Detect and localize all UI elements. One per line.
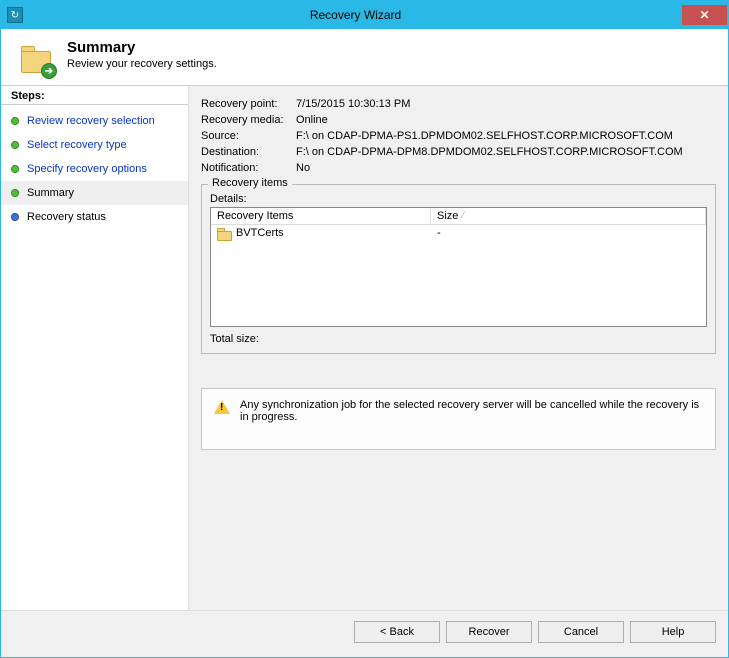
app-icon: ↻ xyxy=(7,7,23,23)
row-notification: Notification: No xyxy=(201,160,716,176)
item-size: - xyxy=(437,227,700,239)
value: F:\ on CDAP-DPMA-PS1.DPMDOM02.SELFHOST.C… xyxy=(296,130,716,142)
warning-icon xyxy=(214,399,230,415)
recovery-wizard-window: ↻ Recovery Wizard ✕ ➔ Summary Review you… xyxy=(0,0,729,658)
step-current-icon xyxy=(11,189,19,197)
content-pane: Recovery point: 7/15/2015 10:30:13 PM Re… xyxy=(189,86,728,610)
page-title: Summary xyxy=(67,39,217,56)
row-source: Source: F:\ on CDAP-DPMA-PS1.DPMDOM02.SE… xyxy=(201,128,716,144)
step-label: Summary xyxy=(27,184,74,202)
summary-folder-icon: ➔ xyxy=(19,41,55,77)
warning-box: Any synchronization job for the selected… xyxy=(201,388,716,450)
back-button[interactable]: < Back xyxy=(354,621,440,643)
label: Recovery point: xyxy=(201,98,296,110)
item-name: BVTCerts xyxy=(236,227,284,239)
sort-ascending-icon: ∕ xyxy=(462,210,464,220)
value: F:\ on CDAP-DPMA-DPM8.DPMDOM02.SELFHOST.… xyxy=(296,146,716,158)
table-header: Recovery Items Size∕ xyxy=(211,208,706,225)
details-label: Details: xyxy=(210,193,707,205)
row-recovery-media: Recovery media: Online xyxy=(201,112,716,128)
steps-title: Steps: xyxy=(1,90,188,105)
wizard-header: ➔ Summary Review your recovery settings. xyxy=(1,29,728,85)
label: Destination: xyxy=(201,146,296,158)
step-complete-icon xyxy=(11,117,19,125)
step-link[interactable]: Select recovery type xyxy=(27,136,127,154)
recovery-items-table: Recovery Items Size∕ BVTCerts - xyxy=(210,207,707,327)
label: Recovery media: xyxy=(201,114,296,126)
button-bar: < Back Recover Cancel Help xyxy=(1,610,728,657)
recovery-items-group: Recovery items Details: Recovery Items S… xyxy=(201,184,716,354)
warning-text: Any synchronization job for the selected… xyxy=(240,399,703,439)
folder-icon xyxy=(217,228,231,239)
row-recovery-point: Recovery point: 7/15/2015 10:30:13 PM xyxy=(201,96,716,112)
step-specify-recovery-options[interactable]: Specify recovery options xyxy=(1,157,188,181)
value: No xyxy=(296,162,716,174)
value: 7/15/2015 10:30:13 PM xyxy=(296,98,716,110)
group-legend: Recovery items xyxy=(208,177,292,189)
col-recovery-items[interactable]: Recovery Items xyxy=(211,208,431,224)
titlebar: ↻ Recovery Wizard ✕ xyxy=(1,1,728,29)
total-size: Total size: xyxy=(210,333,707,345)
step-complete-icon xyxy=(11,141,19,149)
label: Notification: xyxy=(201,162,296,174)
cancel-button[interactable]: Cancel xyxy=(538,621,624,643)
row-destination: Destination: F:\ on CDAP-DPMA-DPM8.DPMDO… xyxy=(201,144,716,160)
help-button[interactable]: Help xyxy=(630,621,716,643)
table-row[interactable]: BVTCerts - xyxy=(211,225,706,241)
recover-button[interactable]: Recover xyxy=(446,621,532,643)
total-size-label: Total size: xyxy=(210,333,259,345)
step-complete-icon xyxy=(11,165,19,173)
value: Online xyxy=(296,114,716,126)
page-subtitle: Review your recovery settings. xyxy=(67,58,217,70)
step-summary: Summary xyxy=(1,181,188,205)
step-label: Recovery status xyxy=(27,208,106,226)
step-pending-icon xyxy=(11,213,19,221)
step-link[interactable]: Review recovery selection xyxy=(27,112,155,130)
window-title: Recovery Wizard xyxy=(29,8,682,22)
step-recovery-status: Recovery status xyxy=(1,205,188,229)
step-review-recovery-selection[interactable]: Review recovery selection xyxy=(1,109,188,133)
step-link[interactable]: Specify recovery options xyxy=(27,160,147,178)
close-button[interactable]: ✕ xyxy=(682,5,727,25)
label: Source: xyxy=(201,130,296,142)
col-size[interactable]: Size∕ xyxy=(431,208,706,224)
steps-nav: Steps: Review recovery selection Select … xyxy=(1,86,189,610)
step-select-recovery-type[interactable]: Select recovery type xyxy=(1,133,188,157)
